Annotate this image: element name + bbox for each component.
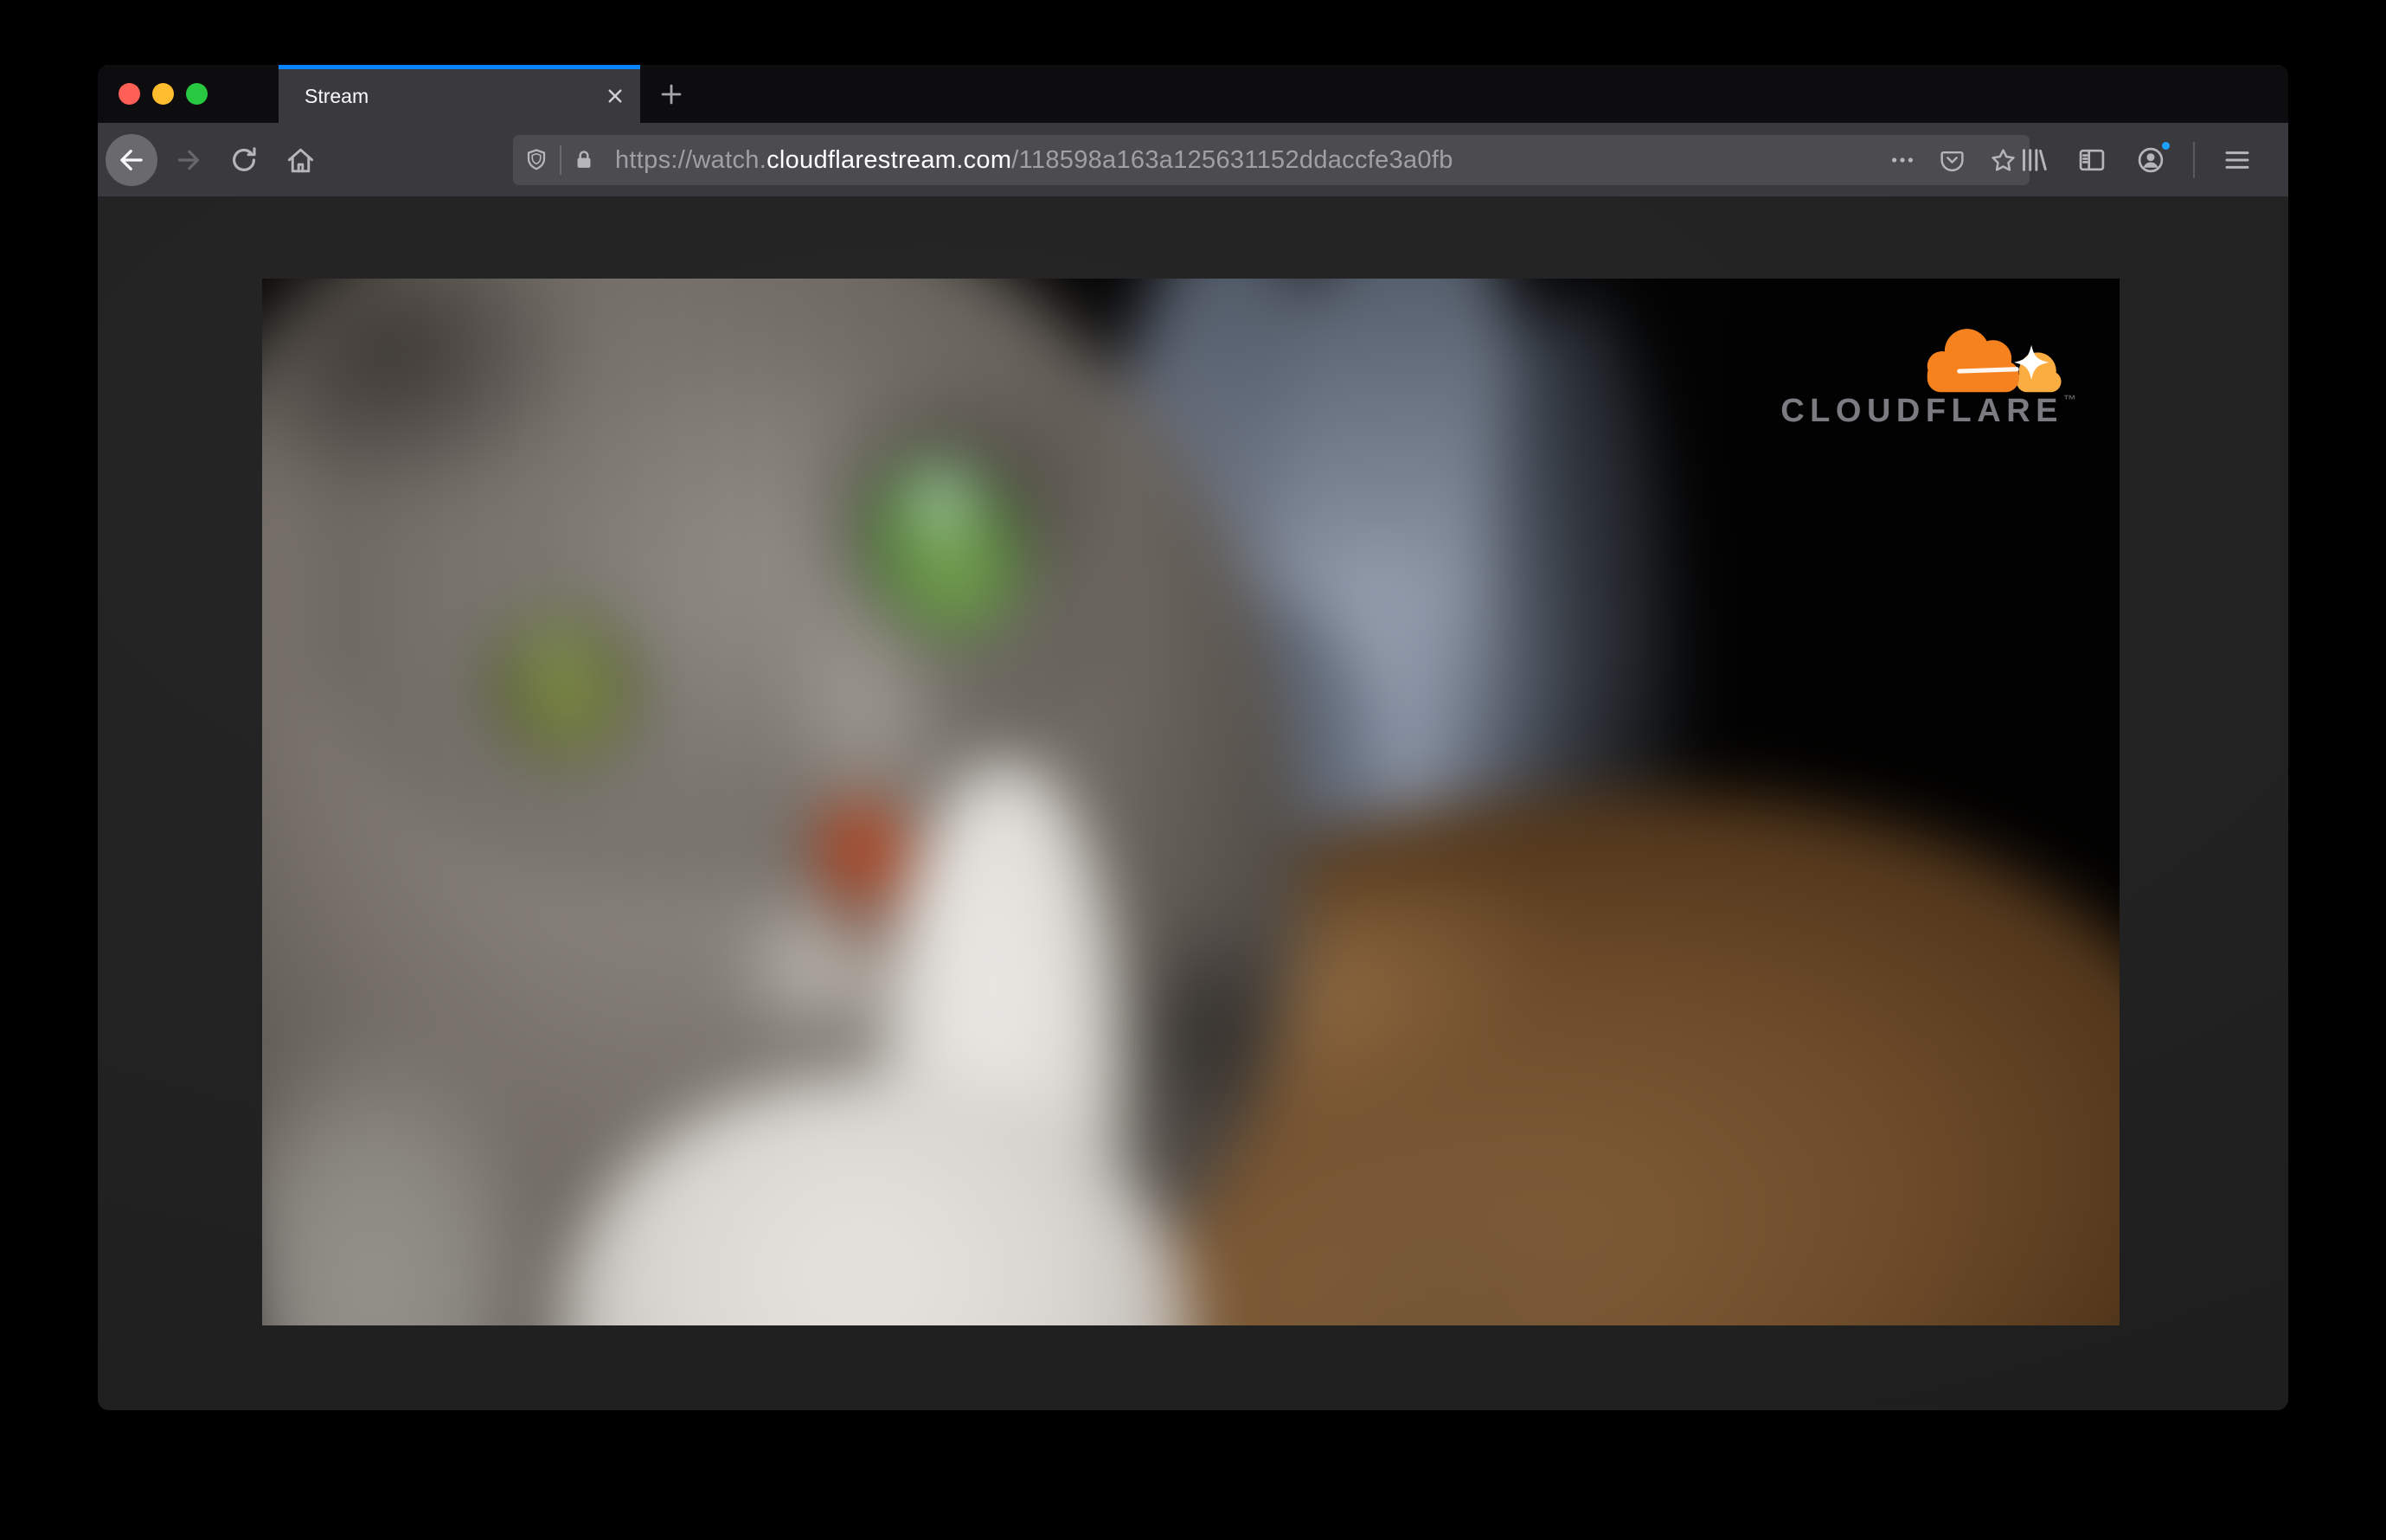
shield-icon[interactable] [523, 147, 549, 173]
video-player[interactable]: CLOUDFLARE™ [262, 279, 2120, 1325]
urlbar-divider [560, 145, 561, 175]
page-content: CLOUDFLARE™ [98, 197, 2288, 1410]
home-button[interactable] [280, 140, 320, 180]
url-bar[interactable]: https://watch.cloudflarestream.com/11859… [513, 135, 2030, 185]
cat-left-eye-glint [522, 613, 586, 677]
cloudflare-watermark: CLOUDFLARE™ [1779, 320, 2076, 430]
pocket-button[interactable] [1939, 147, 1966, 174]
sidebar-icon [2079, 149, 2105, 171]
forward-button[interactable] [169, 140, 208, 180]
tab-stream[interactable]: Stream [279, 65, 640, 123]
sidebar-button[interactable] [2072, 140, 2112, 180]
pocket-icon [1940, 151, 1964, 171]
browser-window: Stream https://watch.cloudflarestream.co… [98, 65, 2288, 1410]
toolbar-right-tools [2013, 139, 2257, 180]
desktop-background: Stream https://watch.cloudflarestream.co… [0, 0, 2386, 1540]
traffic-zoom-button[interactable] [186, 83, 208, 105]
toolbar-divider [2193, 142, 2195, 178]
url-prefix: https://watch. [615, 145, 767, 174]
navigation-toolbar: https://watch.cloudflarestream.com/11859… [98, 123, 2288, 197]
menu-icon [2225, 151, 2249, 169]
cloudflare-wordmark: CLOUDFLARE™ [1780, 393, 2076, 429]
traffic-lights [119, 83, 208, 105]
url-text: https://watch.cloudflarestream.com/11859… [615, 146, 1453, 175]
urlbar-actions [1889, 146, 2017, 175]
url-path: /118598a163a125631152ddaccfe3a0fb [1011, 145, 1453, 174]
new-tab-icon [661, 84, 682, 104]
account-notification-dot [2159, 139, 2172, 152]
new-tab-button[interactable] [640, 65, 702, 123]
tab-bar[interactable]: Stream [98, 65, 2288, 123]
library-button[interactable] [2013, 140, 2053, 180]
traffic-minimize-button[interactable] [152, 83, 174, 105]
lock-icon[interactable] [572, 148, 596, 172]
library-icon [2023, 149, 2047, 171]
account-button[interactable] [2131, 139, 2172, 180]
back-button[interactable] [106, 134, 157, 186]
tab-title: Stream [305, 85, 369, 107]
traffic-close-button[interactable] [119, 83, 140, 105]
reload-icon [233, 147, 256, 171]
forward-icon [177, 150, 200, 170]
cat-mouth-shadow [824, 890, 903, 970]
tab-close-icon[interactable] [602, 83, 628, 109]
menu-button[interactable] [2217, 140, 2257, 180]
back-icon [120, 150, 143, 170]
home-icon [287, 148, 313, 172]
overflow-dots-icon [1892, 157, 1913, 163]
url-domain: cloudflarestream.com [766, 145, 1012, 174]
video-frame-cat [262, 279, 2120, 1325]
reload-button[interactable] [224, 140, 264, 180]
cloudflare-cloud-icon [1927, 329, 2062, 393]
page-actions-button[interactable] [1889, 147, 1915, 173]
